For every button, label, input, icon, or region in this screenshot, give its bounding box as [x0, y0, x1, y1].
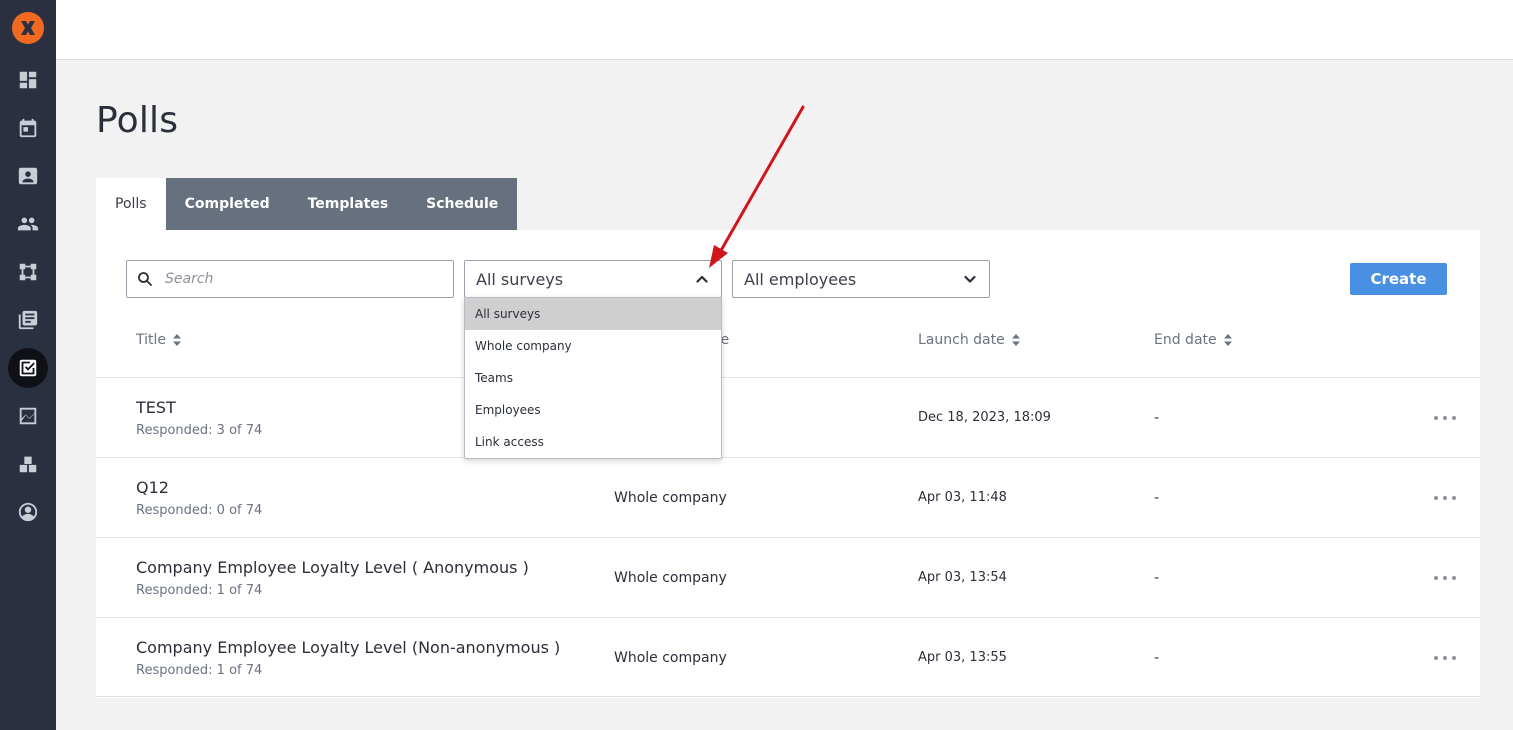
sidebar-item-profile[interactable] [8, 492, 48, 532]
poll-audience: Whole company [614, 490, 727, 506]
sidebar-item-integrations[interactable] [8, 444, 48, 484]
poll-end-date: - [1154, 490, 1160, 506]
poll-title[interactable]: Company Employee Loyalty Level ( Anonymo… [136, 558, 529, 577]
poll-end-date: - [1154, 650, 1160, 666]
survey-type-dropdown-menu: All surveys Whole company Teams Employee… [464, 297, 722, 459]
library-icon [18, 310, 38, 330]
employee-select-value: All employees [744, 269, 857, 289]
table-row[interactable]: TEST Responded: 3 of 74 Dec 18, 2023, 18… [96, 377, 1480, 457]
page-title: Polls [96, 100, 179, 141]
poll-audience: Whole company [614, 650, 727, 666]
sidebar-item-calendar[interactable] [8, 108, 48, 148]
org-chart-icon [19, 263, 37, 281]
poll-title[interactable]: TEST [136, 398, 176, 417]
sort-icon [1011, 334, 1020, 346]
table-row[interactable]: Q12 Responded: 0 of 74 Whole company Apr… [96, 457, 1480, 537]
create-button[interactable]: Create [1350, 263, 1447, 295]
polls-panel: All surveys All employees Create Title n… [96, 230, 1480, 698]
dropdown-option-employees[interactable]: Employees [465, 394, 721, 426]
poll-checkbox-icon [19, 359, 37, 377]
calendar-icon [19, 118, 37, 138]
sidebar-item-polls[interactable] [8, 348, 48, 388]
trend-chart-icon [19, 407, 37, 425]
sidebar-item-analytics[interactable] [8, 396, 48, 436]
chevron-down-icon [964, 275, 976, 283]
poll-responded: Responded: 0 of 74 [136, 503, 263, 518]
poll-responded: Responded: 1 of 74 [136, 583, 263, 598]
column-header-title-label: Title [136, 332, 167, 348]
people-icon [17, 217, 39, 231]
poll-responded: Responded: 3 of 74 [136, 423, 263, 438]
contact-card-icon [18, 167, 38, 185]
app-logo[interactable] [12, 12, 44, 44]
dropdown-option-all-surveys[interactable]: All surveys [465, 298, 721, 330]
poll-end-date: - [1154, 410, 1160, 426]
column-header-end-date[interactable]: End date [1154, 332, 1233, 348]
dashboard-icon [19, 71, 37, 89]
poll-title[interactable]: Company Employee Loyalty Level (Non-anon… [136, 638, 560, 657]
table-row[interactable]: Company Employee Loyalty Level ( Anonymo… [96, 537, 1480, 617]
survey-type-value: All surveys [476, 269, 564, 289]
search-icon [138, 272, 152, 286]
column-header-title[interactable]: Title [136, 332, 182, 348]
column-header-launch-label: Launch date [918, 332, 1005, 348]
sidebar-item-directory[interactable] [8, 156, 48, 196]
tab-polls[interactable]: Polls [96, 178, 166, 230]
search-box[interactable] [126, 260, 454, 298]
sidebar-item-people[interactable] [8, 204, 48, 244]
sidebar-item-dashboard[interactable] [8, 60, 48, 100]
dropdown-option-teams[interactable]: Teams [465, 362, 721, 394]
poll-launch-date: Apr 03, 13:54 [918, 570, 1007, 585]
poll-launch-date: Apr 03, 13:55 [918, 650, 1007, 665]
sort-icon [173, 334, 182, 346]
survey-type-select[interactable]: All surveys [464, 260, 722, 298]
tab-schedule[interactable]: Schedule [407, 178, 518, 230]
tab-templates[interactable]: Templates [288, 178, 408, 230]
more-options-icon[interactable] [1434, 648, 1456, 668]
poll-title[interactable]: Q12 [136, 478, 169, 497]
poll-launch-date: Dec 18, 2023, 18:09 [918, 410, 1051, 425]
poll-end-date: - [1154, 570, 1160, 586]
tab-bar: Polls Completed Templates Schedule [96, 178, 518, 230]
sidebar-item-workflows[interactable] [8, 252, 48, 292]
more-options-icon[interactable] [1434, 568, 1456, 588]
search-input[interactable] [165, 271, 445, 287]
account-circle-icon [18, 502, 38, 522]
more-options-icon[interactable] [1434, 408, 1456, 428]
more-options-icon[interactable] [1434, 488, 1456, 508]
poll-launch-date: Apr 03, 11:48 [918, 490, 1007, 505]
column-header-launch-date[interactable]: Launch date [918, 332, 1021, 348]
table-row[interactable]: Company Employee Loyalty Level (Non-anon… [96, 617, 1480, 697]
chevron-up-icon [696, 275, 708, 283]
poll-audience: Whole company [614, 570, 727, 586]
dropdown-option-whole-company[interactable]: Whole company [465, 330, 721, 362]
logo-icon [21, 21, 35, 35]
sort-icon [1223, 334, 1232, 346]
sidebar-item-library[interactable] [8, 300, 48, 340]
dropdown-option-link-access[interactable]: Link access [465, 426, 721, 458]
top-bar [56, 0, 1513, 60]
tab-completed[interactable]: Completed [165, 178, 289, 230]
blocks-icon [19, 456, 37, 473]
column-header-end-label: End date [1154, 332, 1217, 348]
sidebar [0, 0, 56, 730]
employee-select[interactable]: All employees [732, 260, 990, 298]
poll-responded: Responded: 1 of 74 [136, 663, 263, 678]
